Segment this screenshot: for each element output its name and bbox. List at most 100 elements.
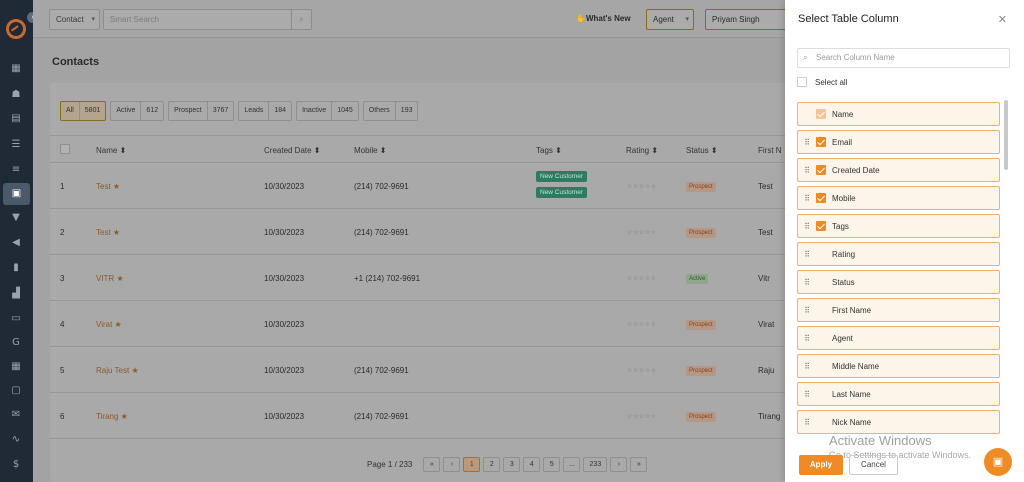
column-item-status[interactable]: ⠿ Status xyxy=(797,270,1000,294)
column-item-rating[interactable]: ⠿ Rating xyxy=(797,242,1000,266)
column-checkbox[interactable] xyxy=(816,221,826,231)
col-header-first-name[interactable]: First N xyxy=(758,146,782,155)
star-icon[interactable]: ★ xyxy=(113,182,120,191)
drag-handle-icon[interactable]: ⠿ xyxy=(798,306,816,315)
column-item-tags[interactable]: ⠿ Tags xyxy=(797,214,1000,238)
column-item-middle-name[interactable]: ⠿ Middle Name xyxy=(797,354,1000,378)
filter-prospect[interactable]: Prospect 3767 xyxy=(168,101,235,121)
chat-icon[interactable]: ▣ xyxy=(984,448,1012,476)
rating-stars[interactable]: ☆☆☆☆☆ xyxy=(627,321,656,328)
select-all-rows-checkbox[interactable] xyxy=(60,144,70,154)
page-button[interactable]: 233 xyxy=(583,457,608,472)
column-checkbox[interactable] xyxy=(816,417,826,427)
page-button[interactable]: ... xyxy=(563,457,581,472)
contact-name-link[interactable]: VITR ★ xyxy=(96,274,124,283)
contact-name-link[interactable]: Raju Test ★ xyxy=(96,366,139,375)
signature-icon[interactable]: ∿ xyxy=(9,433,23,447)
search-icon[interactable]: ⌕ xyxy=(291,10,311,29)
table-row[interactable]: 2 Test ★ 10/30/2023 (214) 702-9691 ☆☆☆☆☆ Pros… xyxy=(50,209,790,255)
table-row[interactable]: 6 Tirang ★ 10/30/2023 (214) 702-9691 ☆☆☆☆☆ Pr… xyxy=(50,393,790,439)
column-item-mobile[interactable]: ⠿ Mobile xyxy=(797,186,1000,210)
column-checkbox[interactable] xyxy=(816,137,826,147)
list-icon[interactable]: ☰ xyxy=(9,138,23,152)
col-header-name[interactable]: Name ⬍ xyxy=(96,146,126,155)
select-all-box[interactable] xyxy=(797,77,807,87)
rating-stars[interactable]: ☆☆☆☆☆ xyxy=(627,183,656,190)
star-icon[interactable]: ★ xyxy=(113,228,120,237)
cancel-button[interactable]: Cancel xyxy=(849,455,898,475)
star-icon[interactable]: ★ xyxy=(116,274,123,283)
calendar-icon[interactable]: ▢ xyxy=(9,384,23,398)
folder-icon[interactable]: ▭ xyxy=(9,312,23,326)
contacts-icon[interactable]: ▣ xyxy=(3,183,30,205)
col-header-mobile[interactable]: Mobile ⬍ xyxy=(354,146,387,155)
star-icon[interactable]: ★ xyxy=(131,366,138,375)
contact-name-link[interactable]: Test ★ xyxy=(96,228,120,237)
drag-handle-icon[interactable]: ⠿ xyxy=(798,334,816,343)
contact-name-link[interactable]: Virat ★ xyxy=(96,320,122,329)
rating-stars[interactable]: ☆☆☆☆☆ xyxy=(627,367,656,374)
dollar-icon[interactable]: $ xyxy=(9,458,23,472)
column-checkbox[interactable] xyxy=(816,109,826,119)
page-button[interactable]: 4 xyxy=(523,457,541,472)
column-item-name[interactable]: Name xyxy=(797,102,1000,126)
column-checkbox[interactable] xyxy=(816,165,826,175)
table-row[interactable]: 5 Raju Test ★ 10/30/2023 (214) 702-9691 ☆☆☆☆… xyxy=(50,347,790,393)
drag-handle-icon[interactable]: ⠿ xyxy=(798,390,816,399)
drag-handle-icon[interactable]: ⠿ xyxy=(798,222,816,231)
user-select[interactable]: Priyam Singh xyxy=(705,9,795,30)
module-select[interactable]: Contact ▾ xyxy=(49,9,100,30)
whats-new-link[interactable]: ✋What's New xyxy=(576,14,631,23)
filter-leads[interactable]: Leads 184 xyxy=(238,101,293,121)
drag-handle-icon[interactable]: ⠿ xyxy=(798,194,816,203)
star-icon[interactable]: ★ xyxy=(115,320,122,329)
contact-name-link[interactable]: Test ★ xyxy=(96,182,120,191)
drag-handle-icon[interactable]: ⠿ xyxy=(798,418,816,427)
page-button[interactable]: › xyxy=(610,457,628,472)
table-row[interactable]: 3 VITR ★ 10/30/2023 +1 (214) 702-9691 ☆☆☆☆☆ A… xyxy=(50,255,790,301)
filter-inactive[interactable]: Inactive 1045 xyxy=(296,101,359,121)
filter-all[interactable]: All 5801 xyxy=(60,101,107,121)
column-checkbox[interactable] xyxy=(816,305,826,315)
close-icon[interactable]: ✕ xyxy=(998,13,1007,26)
drag-handle-icon[interactable]: ⠿ xyxy=(798,250,816,259)
column-checkbox[interactable] xyxy=(816,389,826,399)
filter-active[interactable]: Active 612 xyxy=(110,101,165,121)
google-icon[interactable]: G xyxy=(9,336,23,350)
column-checkbox[interactable] xyxy=(816,333,826,343)
calculator-icon[interactable]: ▦ xyxy=(9,360,23,374)
mail-icon[interactable]: ✉ xyxy=(9,408,23,422)
column-checkbox[interactable] xyxy=(816,193,826,203)
rating-stars[interactable]: ☆☆☆☆☆ xyxy=(627,275,656,282)
column-item-agent[interactable]: ⠿ Agent xyxy=(797,326,1000,350)
col-header-rating[interactable]: Rating ⬍ xyxy=(626,146,658,155)
column-checkbox[interactable] xyxy=(816,249,826,259)
page-button[interactable]: 2 xyxy=(483,457,501,472)
page-button[interactable]: ‹ xyxy=(443,457,461,472)
col-header-tags[interactable]: Tags ⬍ xyxy=(536,146,562,155)
column-checkbox[interactable] xyxy=(816,277,826,287)
drag-handle-icon[interactable]: ⠿ xyxy=(798,278,816,287)
book-icon[interactable]: ▮ xyxy=(9,261,23,275)
table-row[interactable]: 1 Test ★ 10/30/2023 (214) 702-9691 New Custo… xyxy=(50,163,790,209)
page-button[interactable]: « xyxy=(423,457,441,472)
column-item-first-name[interactable]: ⠿ First Name xyxy=(797,298,1000,322)
contact-name-link[interactable]: Tirang ★ xyxy=(96,412,128,421)
documents-icon[interactable]: ▤ xyxy=(9,112,23,126)
megaphone-icon[interactable]: ◀ xyxy=(9,236,23,250)
agent-select[interactable]: Agent ▾ xyxy=(646,9,694,30)
column-item-email[interactable]: ⠿ Email xyxy=(797,130,1000,154)
filter-icon[interactable]: ▼ xyxy=(9,211,23,225)
dashboard-icon[interactable]: ▦ xyxy=(9,62,23,76)
drag-handle-icon[interactable]: ⠿ xyxy=(798,138,816,147)
column-checkbox[interactable] xyxy=(816,361,826,371)
rating-stars[interactable]: ☆☆☆☆☆ xyxy=(627,229,656,236)
col-header-status[interactable]: Status ⬍ xyxy=(686,146,718,155)
rating-stars[interactable]: ☆☆☆☆☆ xyxy=(627,413,656,420)
star-icon[interactable]: ★ xyxy=(121,412,128,421)
drag-handle-icon[interactable]: ⠿ xyxy=(798,166,816,175)
select-all-checkbox[interactable]: Select all xyxy=(797,77,847,87)
filter-others[interactable]: Others 193 xyxy=(362,101,419,121)
drag-handle-icon[interactable]: ⠿ xyxy=(798,362,816,371)
page-button[interactable]: » xyxy=(630,457,648,472)
